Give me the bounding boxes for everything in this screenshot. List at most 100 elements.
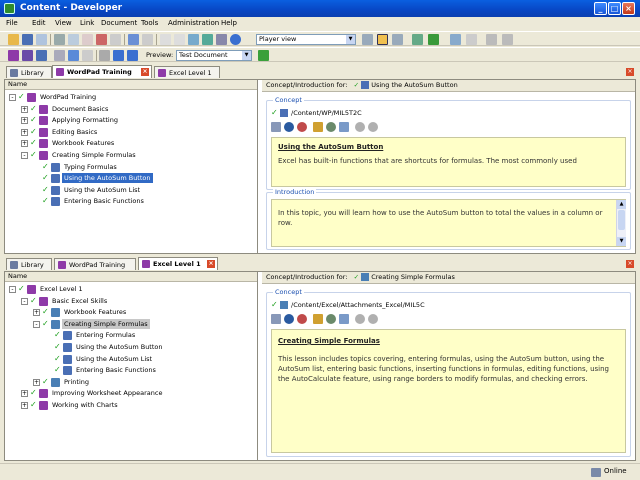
prev-icon[interactable] [355,122,365,132]
spellcheck-icon[interactable] [202,34,213,45]
preview-icon[interactable] [339,314,349,324]
next-icon[interactable] [368,314,378,324]
move-icon[interactable] [99,50,110,61]
assessment-icon[interactable] [68,50,79,61]
concept-group: Concept ✓ /Content/Excel/Attachments_Exc… [266,288,631,457]
menu-tools[interactable]: Tools [141,19,158,27]
introduction-scrollbar[interactable]: ▲ ▼ [616,200,626,246]
menu-file[interactable]: File [6,19,18,27]
bottom-tree: - ✓ Excel Level 1- ✓ Basic Excel Skills + ✓ Wor… [5,284,257,459]
media-icon[interactable] [297,122,307,132]
layout-single-icon[interactable] [362,34,373,45]
layout-vertical-icon[interactable] [392,34,403,45]
back-icon[interactable] [160,34,171,45]
expand-icon[interactable]: + [21,402,28,409]
print-icon[interactable] [486,34,497,45]
export-icon[interactable] [466,34,477,45]
move-up-icon[interactable] [113,50,124,61]
new-chapter-icon[interactable] [22,50,33,61]
collapse-icon[interactable]: - [21,152,28,159]
tab-wordpad-training[interactable]: WordPad Training × [52,65,152,78]
paste-icon[interactable] [82,34,93,45]
preview-icon[interactable] [339,122,349,132]
collapse-icon[interactable]: - [9,94,16,101]
link-icon[interactable] [271,122,281,132]
tab-label: WordPad Training [67,68,132,76]
import-icon[interactable] [450,34,461,45]
help-icon[interactable] [230,34,241,45]
expand-icon[interactable]: + [21,117,28,125]
cut-icon[interactable] [54,34,65,45]
check-icon: ✓ [54,365,61,375]
expand-icon[interactable]: + [21,128,28,136]
minimize-button[interactable]: _ [594,2,607,15]
sync-icon[interactable] [412,34,423,45]
menu-view[interactable]: View [55,19,72,27]
scroll-thumb[interactable] [618,210,625,230]
menu-administration[interactable]: Administration [168,19,219,27]
collapse-icon[interactable]: - [9,286,16,293]
save-icon[interactable] [22,34,33,45]
properties-icon[interactable] [110,34,121,45]
tools-icon[interactable] [216,34,227,45]
menu-document[interactable]: Document [101,19,137,27]
link-icon[interactable] [82,50,93,61]
bottom-tree-panel: Name - ✓ Excel Level 1- ✓ Basic Excel Skills… [5,272,258,460]
find-icon[interactable] [188,34,199,45]
copy-icon[interactable] [68,34,79,45]
globe-icon[interactable] [284,122,294,132]
new-topic-icon[interactable] [36,50,47,61]
link-icon[interactable] [271,314,281,324]
prev-icon[interactable] [355,314,365,324]
close-tab-icon[interactable]: × [141,68,149,76]
view-select[interactable]: Player view ▼ [256,34,356,45]
new-book-icon[interactable] [8,50,19,61]
close-window-button[interactable]: × [622,2,635,15]
media-icon[interactable] [297,314,307,324]
scroll-up-icon[interactable]: ▲ [617,200,626,209]
collapse-icon[interactable]: - [21,297,28,305]
refresh-icon[interactable] [428,34,439,45]
settings-icon[interactable] [326,314,336,324]
expand-icon[interactable]: + [21,140,28,148]
forward-icon[interactable] [174,34,185,45]
save-all-icon[interactable] [36,34,47,45]
book-icon [39,389,48,399]
edit-icon[interactable] [313,314,323,324]
user-icon[interactable] [502,34,513,45]
layout-horizontal-icon[interactable] [377,34,388,45]
preview-go-icon[interactable] [258,50,269,61]
expand-icon[interactable]: + [21,390,28,398]
expand-icon[interactable]: + [21,105,28,113]
move-down-icon[interactable] [127,50,138,61]
settings-icon[interactable] [326,122,336,132]
close-tab-icon[interactable]: × [207,260,215,268]
tab-library[interactable]: Library [6,258,52,270]
question-icon[interactable] [54,50,65,61]
close-pane-icon[interactable]: × [626,68,634,76]
expand-icon[interactable]: + [33,378,40,386]
open-icon[interactable] [8,34,19,45]
delete-icon[interactable] [96,34,107,45]
top-detail-panel: Concept/Introduction for: ✓ Using the Au… [262,80,635,253]
topic-icon [51,197,60,207]
undo-icon[interactable] [128,34,139,45]
expand-icon[interactable]: + [33,309,40,317]
preview-select[interactable]: Test Document ▼ [176,50,252,61]
menu-link[interactable]: Link [80,19,94,27]
maximize-button[interactable]: □ [608,2,621,15]
tab-library[interactable]: Library [6,66,52,78]
redo-icon[interactable] [142,34,153,45]
tab-excel-level-1[interactable]: Excel Level 1 × [138,257,218,270]
tab-excel-level-1[interactable]: Excel Level 1 [154,66,220,78]
menu-help[interactable]: Help [221,19,237,27]
next-icon[interactable] [368,122,378,132]
tab-wordpad-training[interactable]: WordPad Training [54,258,136,270]
scroll-down-icon[interactable]: ▼ [617,237,626,246]
collapse-icon[interactable]: - [33,320,40,328]
intro-for-value: Using the AutoSum Button [371,81,458,89]
close-pane-icon[interactable]: × [626,260,634,268]
edit-icon[interactable] [313,122,323,132]
menu-edit[interactable]: Edit [32,19,46,27]
globe-icon[interactable] [284,314,294,324]
